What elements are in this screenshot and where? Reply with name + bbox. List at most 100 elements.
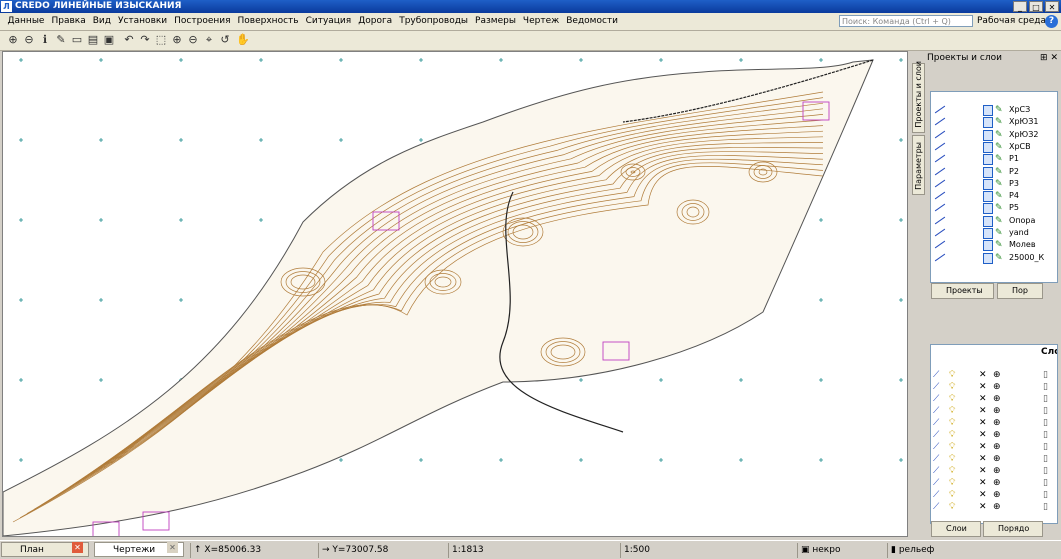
- help-icon[interactable]: ?: [1045, 15, 1058, 28]
- menu-item-8[interactable]: Трубопроводы: [396, 13, 472, 30]
- menu-item-1[interactable]: Правка: [48, 13, 89, 30]
- cross-icon[interactable]: ✕: [979, 393, 987, 405]
- bulb-icon[interactable]: 💡︎: [949, 489, 955, 501]
- menu-item-0[interactable]: Данные: [4, 13, 48, 30]
- menu-item-2[interactable]: Вид: [89, 13, 114, 30]
- cross-icon[interactable]: ✕: [979, 501, 987, 513]
- undo-icon[interactable]: ↶: [122, 33, 136, 47]
- layer-row[interactable]: ⟋ 💡︎ ✕ ⊕ ▯: [931, 429, 1057, 441]
- zoom-minus-icon[interactable]: ⊖: [186, 33, 200, 47]
- maximize-button[interactable]: □: [1029, 1, 1043, 12]
- pan-hand-icon[interactable]: ✋: [236, 33, 250, 47]
- menu-item-9[interactable]: Размеры: [472, 13, 520, 30]
- new-file-icon[interactable]: ▭: [70, 33, 84, 47]
- snap-icon[interactable]: ⊕: [993, 453, 1001, 465]
- tree-item[interactable]: ✎ Р5: [931, 202, 1057, 215]
- tree-item[interactable]: ✎ 25000_К: [931, 252, 1057, 264]
- zoom-previous-icon[interactable]: ↺: [218, 33, 232, 47]
- layer-row[interactable]: ⟋ 💡︎ ✕ ⊕ ▯: [931, 417, 1057, 429]
- cross-icon[interactable]: ✕: [979, 429, 987, 441]
- tab-layers[interactable]: Слои: [931, 521, 981, 537]
- cross-icon[interactable]: ✕: [979, 453, 987, 465]
- cross-icon[interactable]: ✕: [979, 417, 987, 429]
- layer-row[interactable]: ⟋ 💡︎ ✕ ⊕ ▯: [931, 453, 1057, 465]
- snap-icon[interactable]: ⊕: [993, 441, 1001, 453]
- bulb-icon[interactable]: 💡︎: [949, 393, 955, 405]
- tree-item[interactable]: ✎ yand: [931, 227, 1057, 239]
- bulb-icon[interactable]: 💡︎: [949, 465, 955, 477]
- snap-icon[interactable]: ⊕: [993, 465, 1001, 477]
- workspace-menu[interactable]: Рабочая среда: [977, 13, 1046, 30]
- zoom-window-icon[interactable]: ⬚: [154, 33, 168, 47]
- tree-item[interactable]: ✎ ХрСВ: [931, 141, 1057, 153]
- cross-icon[interactable]: ✕: [979, 477, 987, 489]
- menu-item-6[interactable]: Ситуация: [302, 13, 355, 30]
- zoom-out-icon[interactable]: ⊖: [22, 33, 36, 47]
- project-tree[interactable]: ✎ ХрСЗ ✎ ХрЮЗ1 ✎ ХрЮЗ2 ✎ ХрСВ ✎ Р1 ✎ Р2 ✎ Р3 ✎ Р4 ✎ Р5 ✎ Оп…: [930, 91, 1058, 283]
- bulb-icon[interactable]: 💡︎: [949, 477, 955, 489]
- tree-item[interactable]: ✎ Р2: [931, 166, 1057, 178]
- layer-row[interactable]: ⟋ 💡︎ ✕ ⊕ ▯: [931, 393, 1057, 405]
- zoom-plus-icon[interactable]: ⊕: [170, 33, 184, 47]
- layer-row[interactable]: ⟋ 💡︎ ✕ ⊕ ▯: [931, 465, 1057, 477]
- menu-item-3[interactable]: Установки: [114, 13, 170, 30]
- bulb-icon[interactable]: 💡︎: [949, 417, 955, 429]
- tree-item[interactable]: ✎ Опора: [931, 215, 1057, 227]
- info-icon[interactable]: ℹ: [38, 33, 52, 47]
- tab-order-bottom[interactable]: Порядо: [983, 521, 1043, 537]
- layer-relief[interactable]: ▮ рельеф: [887, 543, 1059, 558]
- tree-item[interactable]: ✎ ХрСЗ: [931, 104, 1057, 116]
- cross-icon[interactable]: ✕: [979, 489, 987, 501]
- close-drawings-icon[interactable]: ✕: [167, 542, 178, 553]
- tree-item[interactable]: ✎ ХрЮЗ2: [931, 129, 1057, 141]
- zoom-in-icon[interactable]: ⊕: [6, 33, 20, 47]
- zoom-extents-icon[interactable]: ⌖: [202, 33, 216, 47]
- snap-icon[interactable]: ⊕: [993, 369, 1001, 381]
- close-button[interactable]: ✕: [1045, 1, 1059, 12]
- redo-icon[interactable]: ↷: [138, 33, 152, 47]
- close-plan-icon[interactable]: ✕: [72, 542, 83, 553]
- bulb-icon[interactable]: 💡︎: [949, 501, 955, 513]
- panel-pin-close-icon[interactable]: ⊞ ✕: [1040, 52, 1058, 64]
- bulb-icon[interactable]: 💡︎: [949, 441, 955, 453]
- tree-item[interactable]: ✎ ХрЮЗ1: [931, 116, 1057, 129]
- layer-necro[interactable]: ▣ некро: [797, 543, 885, 558]
- snap-icon[interactable]: ⊕: [993, 393, 1001, 405]
- save-icon[interactable]: ▣: [102, 33, 116, 47]
- layer-row[interactable]: ⟋ 💡︎ ✕ ⊕ ▯: [931, 369, 1057, 381]
- layer-row[interactable]: ⟋ 💡︎ ✕ ⊕ ▯: [931, 405, 1057, 417]
- menu-item-11[interactable]: Ведомости: [563, 13, 622, 30]
- tree-item[interactable]: ✎ Молев: [931, 239, 1057, 252]
- vtab-projects-layers[interactable]: Проекты и слои: [912, 61, 925, 133]
- layer-row[interactable]: ⟋ 💡︎ ✕ ⊕ ▯: [931, 381, 1057, 393]
- menu-item-10[interactable]: Чертеж: [519, 13, 562, 30]
- tree-item[interactable]: ✎ Р4: [931, 190, 1057, 203]
- pen-icon[interactable]: ✎: [54, 33, 68, 47]
- plan-canvas[interactable]: [2, 51, 908, 537]
- tree-item[interactable]: ✎ Р1: [931, 153, 1057, 166]
- cross-icon[interactable]: ✕: [979, 381, 987, 393]
- menu-item-5[interactable]: Поверхность: [234, 13, 302, 30]
- layer-row[interactable]: ⟋ 💡︎ ✕ ⊕ ▯: [931, 489, 1057, 501]
- bulb-icon[interactable]: 💡︎: [949, 369, 955, 381]
- bulb-icon[interactable]: 💡︎: [949, 429, 955, 441]
- snap-icon[interactable]: ⊕: [993, 489, 1001, 501]
- layer-row[interactable]: ⟋ 💡︎ ✕ ⊕ ▯: [931, 441, 1057, 453]
- bulb-icon[interactable]: 💡︎: [949, 381, 955, 393]
- cross-icon[interactable]: ✕: [979, 405, 987, 417]
- snap-icon[interactable]: ⊕: [993, 477, 1001, 489]
- layer-row[interactable]: ⟋ 💡︎ ✕ ⊕ ▯: [931, 501, 1057, 513]
- cross-icon[interactable]: ✕: [979, 465, 987, 477]
- menu-item-4[interactable]: Построения: [171, 13, 234, 30]
- snap-icon[interactable]: ⊕: [993, 501, 1001, 513]
- menu-item-7[interactable]: Дорога: [355, 13, 396, 30]
- cross-icon[interactable]: ✕: [979, 369, 987, 381]
- snap-icon[interactable]: ⊕: [993, 417, 1001, 429]
- layers-list[interactable]: Сло ⟋ 💡︎ ✕ ⊕ ▯ ⟋ 💡︎ ✕ ⊕ ▯ ⟋ 💡︎ ✕ ⊕ ▯ ⟋ 💡︎ ✕ ⊕ ▯ ⟋ 💡︎ ✕ ⊕ ▯ ⟋ 💡︎ ✕ ⊕ ▯…: [930, 344, 1058, 524]
- tab-projects[interactable]: Проекты: [931, 283, 994, 299]
- bulb-icon[interactable]: 💡︎: [949, 405, 955, 417]
- tree-item[interactable]: ✎ Р3: [931, 178, 1057, 190]
- snap-icon[interactable]: ⊕: [993, 405, 1001, 417]
- snap-icon[interactable]: ⊕: [993, 429, 1001, 441]
- tab-order[interactable]: Пор: [997, 283, 1043, 299]
